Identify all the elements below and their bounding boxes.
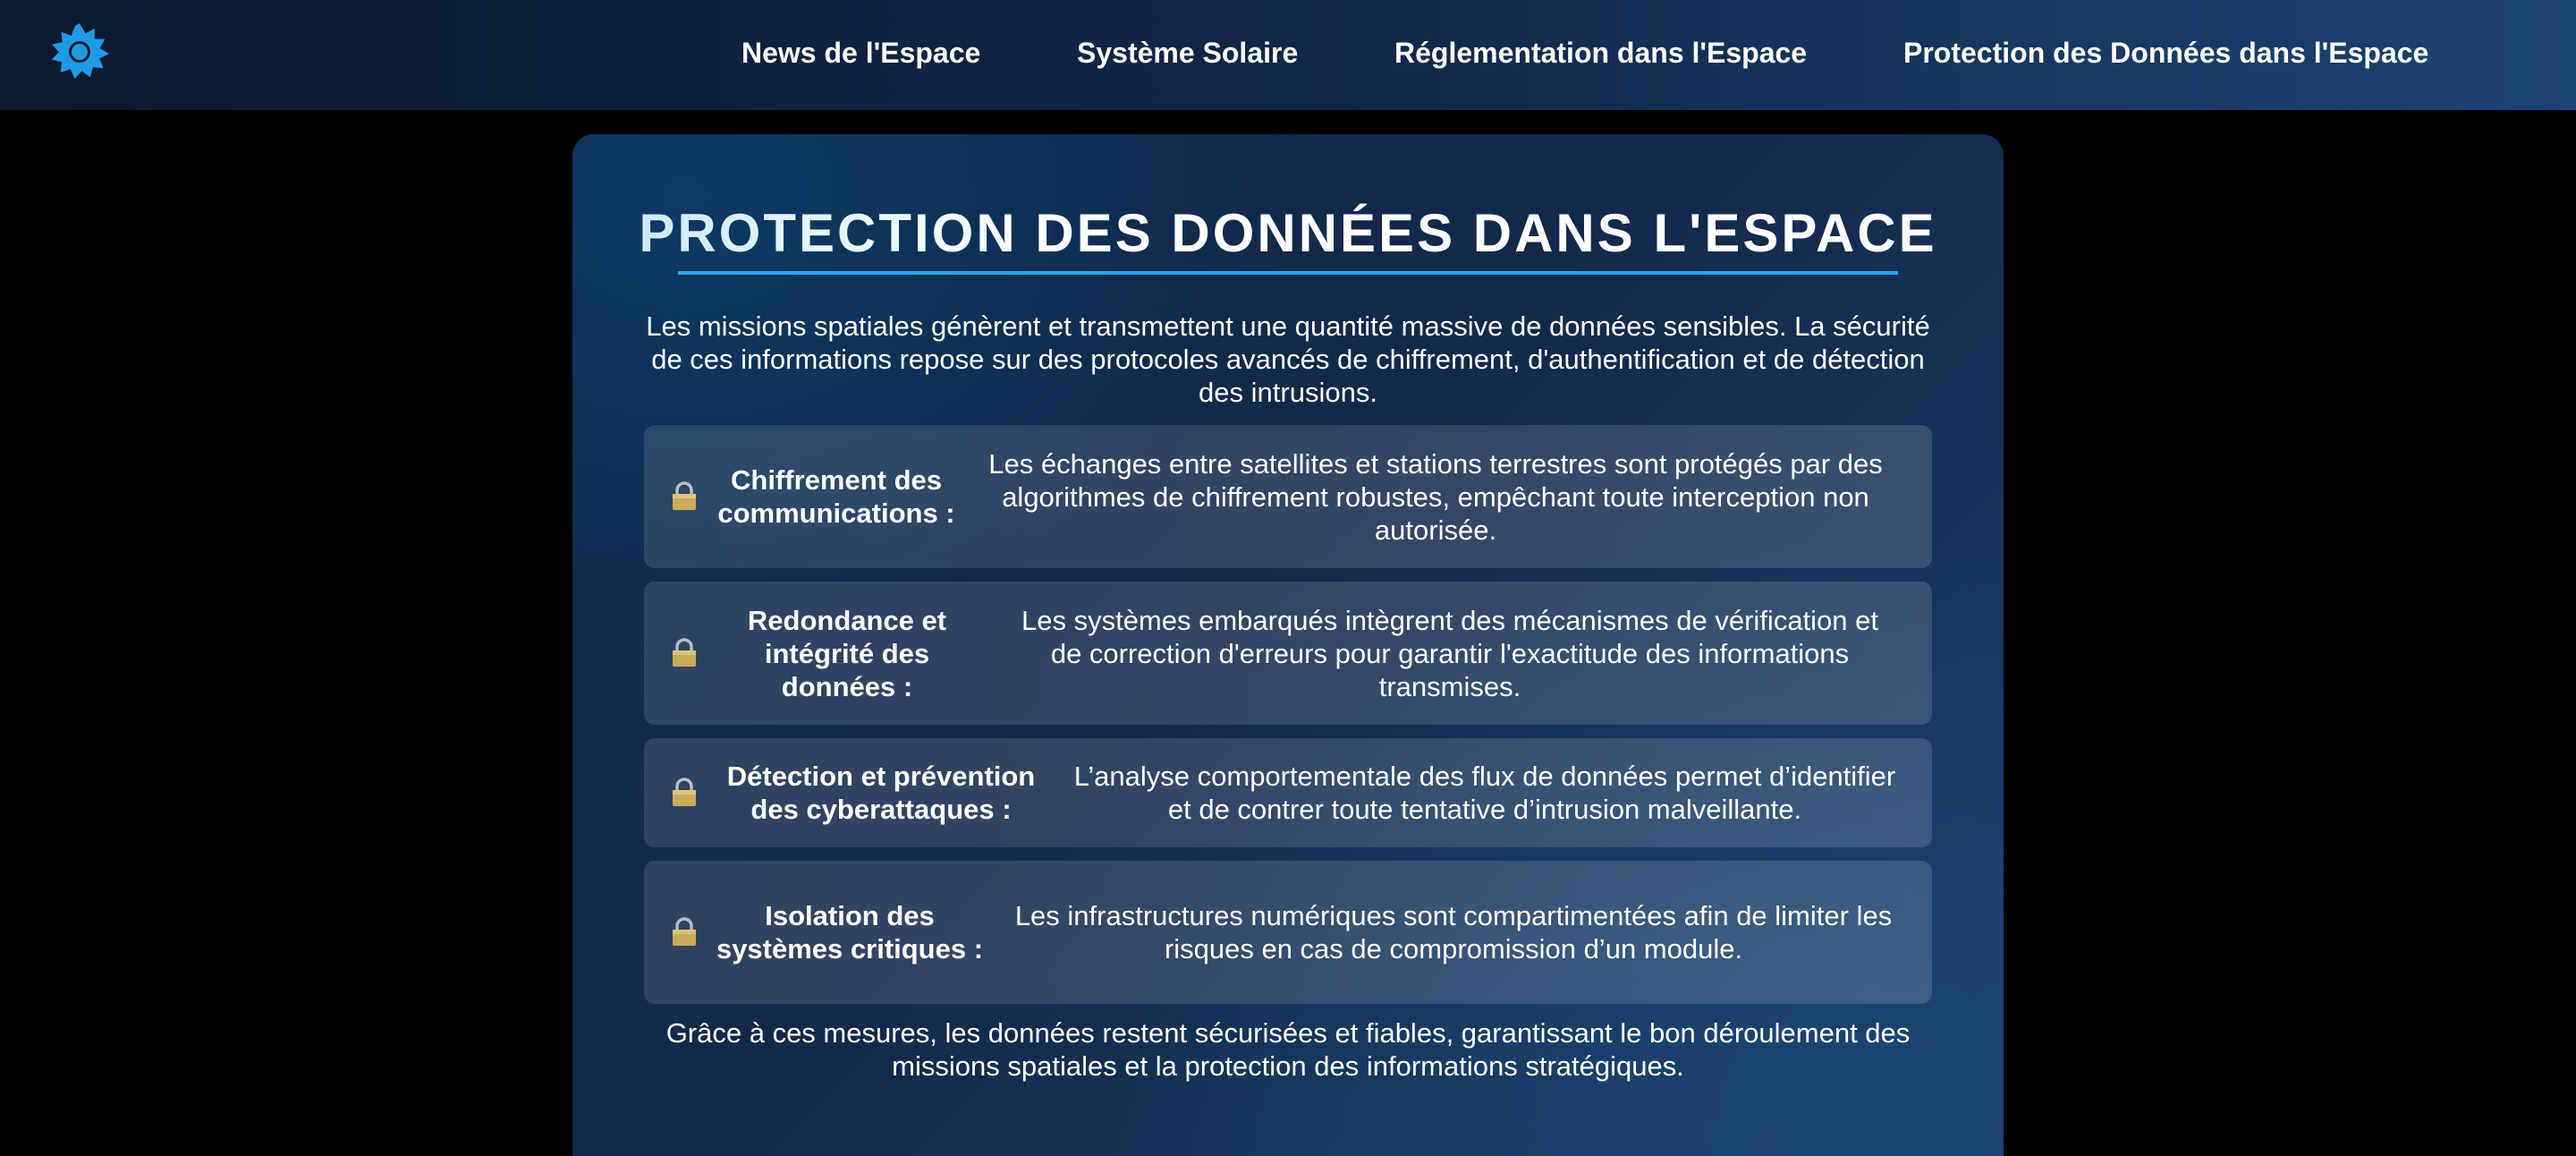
nav-link-data-protection[interactable]: Protection des Données dans l'Espace	[1903, 36, 2428, 70]
feature-description: Les échanges entre satellites et station…	[988, 447, 1883, 546]
feature-item-redundancy: Redondance et intégrité des données : Le…	[644, 582, 1932, 725]
page-title-text: PROTECTION DES DONNÉES DANS L'ESPACE	[639, 203, 1937, 263]
feature-description: Les infrastructures numériques sont comp…	[1014, 900, 1893, 965]
title-underline	[678, 271, 1898, 275]
feature-item-encryption: Chiffrement des communications : Les éch…	[644, 425, 1932, 568]
lock-icon	[673, 638, 696, 667]
nav-link-solar-system[interactable]: Système Solaire	[1077, 36, 1298, 70]
feature-title: Redondance et intégrité des données :	[747, 604, 947, 702]
feature-item-detection: Détection et prévention des cyberattaque…	[644, 738, 1932, 847]
lock-icon	[673, 481, 696, 510]
main-nav: News de l'Espace Système Solaire Régleme…	[0, 0, 2576, 110]
feature-title: Détection et prévention des cyberattaque…	[726, 761, 1036, 825]
content-card: PROTECTION DES DONNÉES DANS L'ESPACE Les…	[572, 134, 2004, 1156]
top-navbar: News de l'Espace Système Solaire Régleme…	[0, 0, 2576, 110]
nav-link-news[interactable]: News de l'Espace	[741, 36, 980, 70]
conclusion-paragraph: Grâce à ces mesures, les données restent…	[665, 1017, 1911, 1082]
feature-title: Chiffrement des communications :	[717, 464, 955, 529]
feature-title: Isolation des systèmes critiques :	[716, 900, 984, 965]
intro-paragraph: Les missions spatiales génèrent et trans…	[646, 310, 1930, 408]
nav-link-regulation[interactable]: Réglementation dans l'Espace	[1394, 36, 1807, 70]
feature-description: L’analyse comportementale des flux de do…	[1073, 761, 1896, 825]
feature-item-isolation: Isolation des systèmes critiques : Les i…	[644, 861, 1932, 1004]
lock-icon	[673, 778, 696, 806]
lock-icon	[673, 917, 696, 946]
feature-description: Les systèmes embarqués intègrent des méc…	[1021, 604, 1879, 702]
page-title: PROTECTION DES DONNÉES DANS L'ESPACE	[572, 202, 2004, 265]
